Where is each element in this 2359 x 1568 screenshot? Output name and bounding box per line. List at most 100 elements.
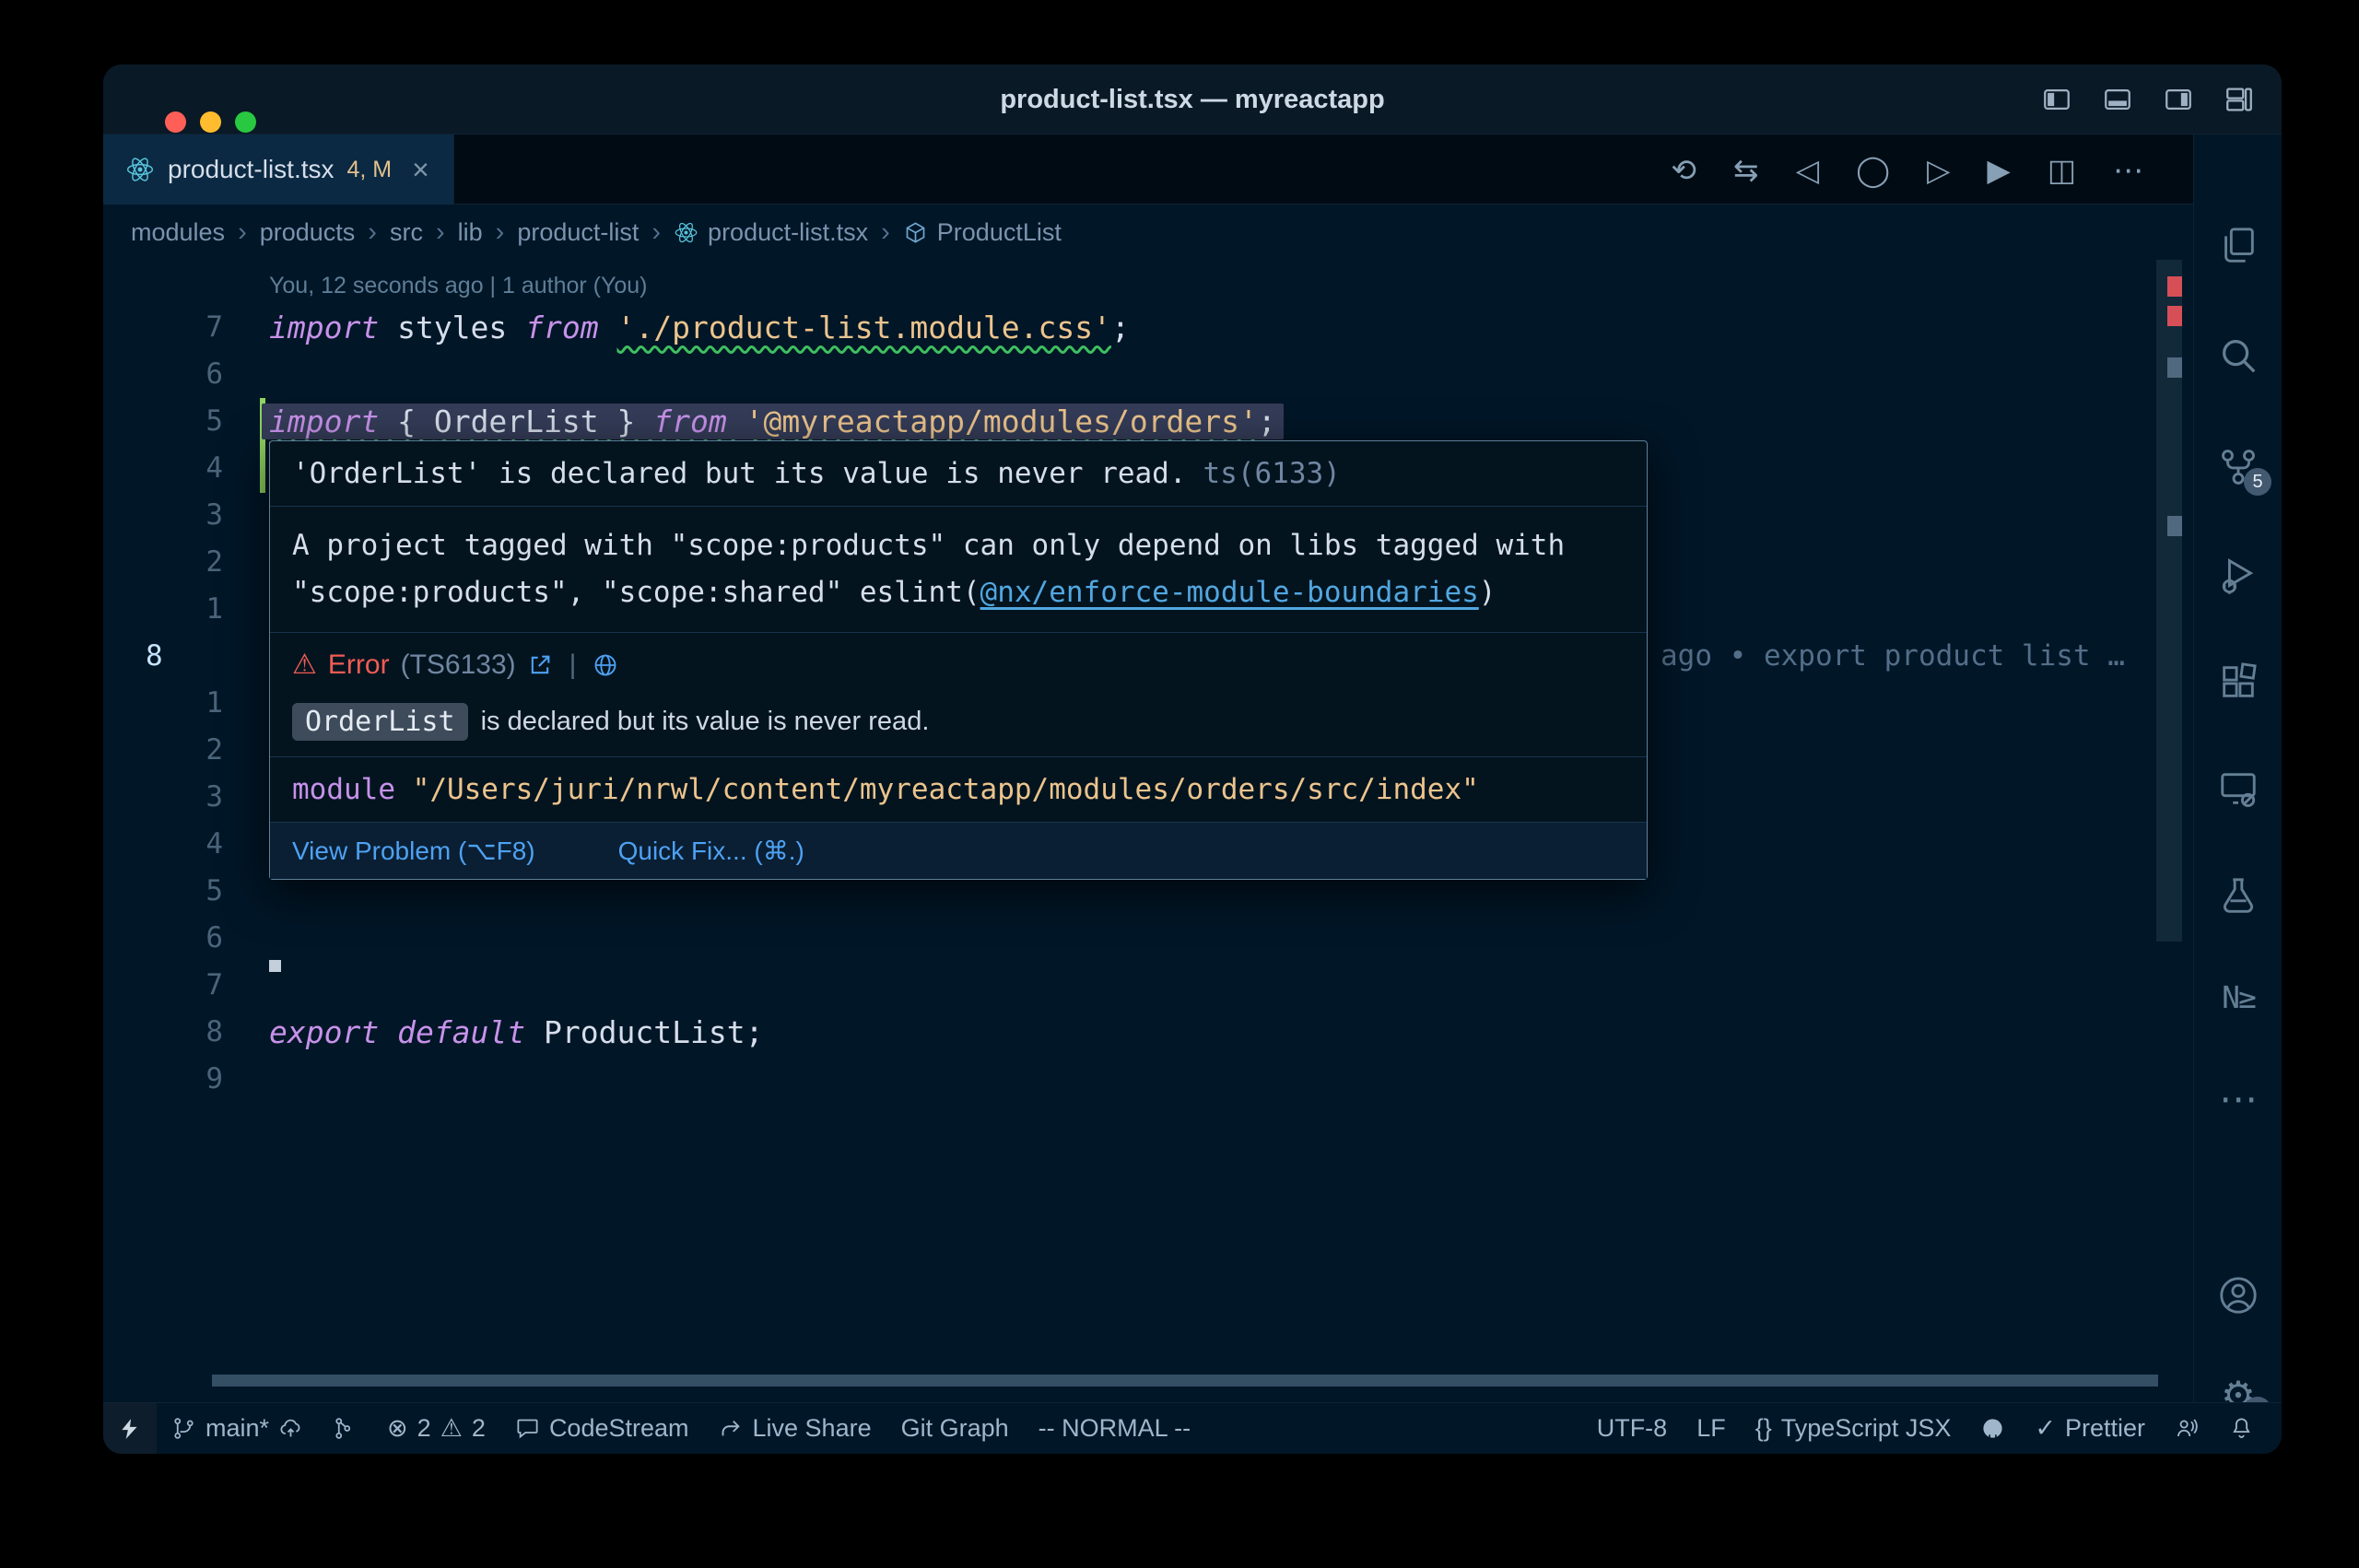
- breadcrumb-item-products[interactable]: products: [260, 218, 356, 247]
- breadcrumb-item-product-list[interactable]: product-list: [517, 218, 639, 247]
- feedback-item[interactable]: [2160, 1403, 2214, 1454]
- language-mode-item[interactable]: {} TypeScript JSX: [1741, 1403, 1966, 1454]
- eslint-rule-link[interactable]: @nx/enforce-module-boundaries: [980, 576, 1479, 609]
- search-icon[interactable]: [2194, 321, 2282, 391]
- codelens-blame-summary[interactable]: You, 12 seconds ago | 1 author (You): [269, 273, 648, 299]
- open-changes-icon[interactable]: ⇆: [1733, 152, 1759, 188]
- extensions-icon[interactable]: [2194, 647, 2282, 717]
- tab-problems-modified-badge: 4, M: [347, 157, 393, 183]
- code-line-import-styles[interactable]: import styles from './product-list.modul…: [269, 304, 1130, 351]
- line-number: 6: [103, 915, 258, 962]
- line-number: 4: [103, 821, 258, 868]
- hover-resize-handle[interactable]: [269, 960, 281, 972]
- error-warning-icon: ⚠: [292, 649, 317, 681]
- tab-product-list[interactable]: product-list.tsx 4, M ×: [103, 135, 454, 205]
- explorer-icon[interactable]: [2194, 210, 2282, 280]
- account-icon[interactable]: [2194, 1260, 2282, 1330]
- git-graph-item[interactable]: Git Graph: [886, 1403, 1024, 1454]
- source-control-icon[interactable]: 5: [2194, 431, 2282, 501]
- view-problem-link[interactable]: View Problem (⌥F8): [292, 836, 535, 866]
- encoding-item[interactable]: UTF-8: [1582, 1403, 1683, 1454]
- next-change-icon[interactable]: ▷: [1927, 152, 1950, 188]
- check-icon: ✓: [2035, 1414, 2056, 1443]
- diagnostic-source: ts(6133): [1203, 457, 1341, 490]
- breadcrumb-item-symbol[interactable]: ProductList: [903, 218, 1062, 247]
- github-item[interactable]: [1966, 1403, 2020, 1454]
- module-keyword: module: [292, 773, 413, 806]
- status-bar: main* ⊗ 2 ⚠ 2 CodeStream: [103, 1402, 2282, 1454]
- line-number: 7: [103, 962, 258, 1009]
- additional-views-icon[interactable]: ⋯: [2194, 1063, 2282, 1133]
- code-line-export-default[interactable]: export default ProductList;: [269, 1009, 763, 1056]
- globe-icon[interactable]: [593, 652, 618, 678]
- git-branch-item[interactable]: main*: [157, 1403, 318, 1454]
- breadcrumb-item-modules[interactable]: modules: [131, 218, 225, 247]
- open-external-icon[interactable]: [527, 652, 553, 678]
- desktop-background: product-list.tsx — myreactapp: [0, 0, 2359, 1568]
- chip-message: is declared but its value is never read.: [481, 707, 930, 737]
- toggle-primary-sidebar-icon[interactable]: [2038, 81, 2075, 118]
- prettier-item[interactable]: ✓ Prettier: [2020, 1403, 2160, 1454]
- codestream-item[interactable]: CodeStream: [500, 1403, 704, 1454]
- line-number: 5: [103, 868, 258, 915]
- cloud-upload-icon: [278, 1416, 303, 1441]
- remote-lightning-icon: [118, 1417, 142, 1441]
- remote-indicator-button[interactable]: [103, 1403, 157, 1454]
- error-label: Error: [328, 649, 390, 681]
- hover-diagnostic-section: 'OrderList' is declared but its value is…: [270, 441, 1647, 507]
- horizontal-scrollbar[interactable]: [212, 1375, 2158, 1387]
- line-number: 8: [103, 1009, 258, 1056]
- notifications-bell-item[interactable]: [2214, 1403, 2269, 1454]
- branch-icon: [171, 1416, 196, 1441]
- testing-beaker-icon[interactable]: [2194, 860, 2282, 930]
- overview-ruler-error-mark: [2167, 306, 2182, 326]
- chevron-right-icon: ›: [496, 217, 505, 248]
- timeline-icon[interactable]: ⟲: [1671, 152, 1696, 188]
- more-actions-icon[interactable]: ⋯: [2113, 152, 2143, 188]
- code-line-import-orderlist[interactable]: import { OrderList } from '@myreactapp/m…: [269, 398, 1284, 445]
- remote-explorer-icon[interactable]: [2194, 754, 2282, 824]
- chevron-right-icon: ›: [238, 217, 247, 248]
- breadcrumb-item-src[interactable]: src: [390, 218, 423, 247]
- tab-close-icon[interactable]: ×: [412, 155, 429, 184]
- feedback-icon: [2175, 1416, 2200, 1441]
- vim-mode-indicator: -- NORMAL --: [1024, 1403, 1205, 1454]
- breadcrumb-item-lib[interactable]: lib: [458, 218, 483, 247]
- line-number: 4: [103, 445, 258, 492]
- live-share-item[interactable]: Live Share: [704, 1403, 886, 1454]
- change-indicator-icon[interactable]: ◯: [1856, 152, 1890, 188]
- line-number: 6: [103, 351, 258, 398]
- line-number: 5: [103, 398, 258, 445]
- run-debug-icon[interactable]: [2194, 540, 2282, 610]
- quick-fix-link[interactable]: Quick Fix... (⌘.): [618, 836, 804, 866]
- toggle-secondary-sidebar-icon[interactable]: [2160, 81, 2197, 118]
- codestream-icon: [515, 1416, 540, 1441]
- titlebar[interactable]: product-list.tsx — myreactapp: [103, 64, 2282, 135]
- current-line-number: 8: [103, 633, 258, 680]
- inline-git-blame: ago • export product list …: [1661, 633, 2125, 680]
- branch-name: main*: [205, 1414, 269, 1443]
- line-number: 3: [103, 492, 258, 539]
- bell-icon: [2229, 1416, 2254, 1441]
- line-number: 9: [103, 1056, 258, 1103]
- editor-actions: ⟲ ⇆ ◁ ◯ ▷ ▶ ◫ ⋯: [1671, 135, 2143, 205]
- chevron-right-icon: ›: [436, 217, 445, 248]
- previous-change-icon[interactable]: ◁: [1796, 152, 1819, 188]
- nx-console-icon[interactable]: N≥: [2194, 962, 2282, 1032]
- diagnostic-hover-popup: 'OrderList' is declared but its value is…: [269, 440, 1648, 880]
- customize-layout-icon[interactable]: [2221, 81, 2258, 118]
- tab-label: product-list.tsx: [168, 155, 334, 184]
- chevron-right-icon: ›: [368, 217, 377, 248]
- problems-item[interactable]: ⊗ 2 ⚠ 2: [372, 1403, 500, 1454]
- diagnostic-message: 'OrderList' is declared but its value is…: [292, 457, 1187, 490]
- overview-ruler-mark: [2167, 357, 2182, 378]
- split-editor-icon[interactable]: ◫: [2048, 152, 2076, 188]
- breadcrumb-item-file[interactable]: product-list.tsx: [674, 218, 868, 247]
- eol-item[interactable]: LF: [1682, 1403, 1741, 1454]
- run-file-icon[interactable]: ▶: [1987, 152, 2010, 188]
- line-number: 3: [103, 774, 258, 821]
- line-number: 7: [103, 304, 258, 351]
- toggle-panel-icon[interactable]: [2099, 81, 2136, 118]
- git-graph-icon-button[interactable]: [318, 1403, 372, 1454]
- hover-eslint-section: A project tagged with "scope:products" c…: [270, 507, 1647, 633]
